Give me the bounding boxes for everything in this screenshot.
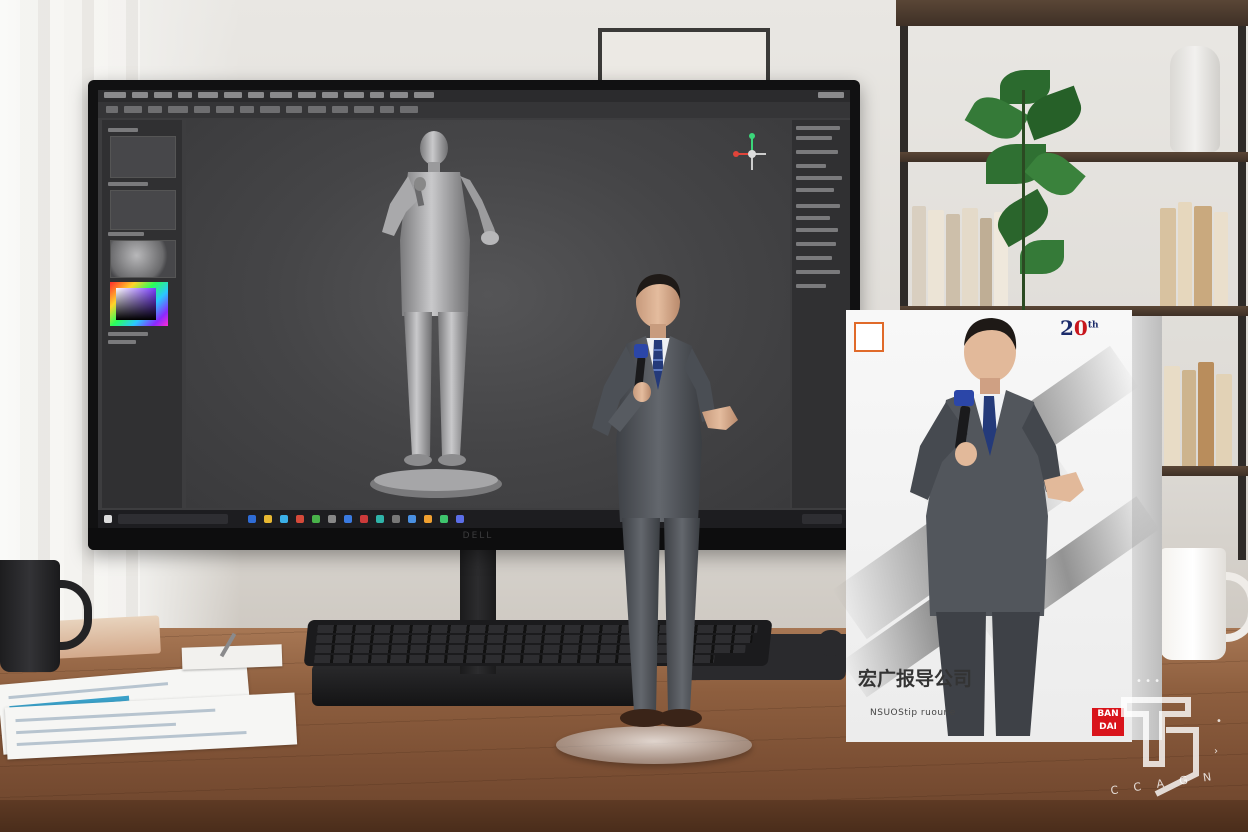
system-tray [802,514,842,524]
taskbar-app-icon[interactable] [264,515,272,523]
svg-text:›: › [1214,746,1218,757]
brush-library-panel[interactable] [102,120,182,508]
brush-thumbnail[interactable] [110,190,176,230]
svg-text:• • •: • • • [1136,676,1160,687]
book-stack [1160,202,1240,306]
app-toolbar [98,102,850,118]
taskbar-app-icon[interactable] [248,515,256,523]
taskbar-app-icon[interactable] [376,515,384,523]
desk-edge [0,800,1248,832]
sticky-note [181,644,283,670]
book-stack [1160,362,1240,466]
white-mug [1160,548,1226,660]
taskbar-app-icon[interactable] [312,515,320,523]
material-sphere[interactable] [110,240,176,278]
box-subtitle: NSUOStip ruoune [870,708,956,718]
monitor-brand-logo: DELL [462,531,494,541]
glass-vase [1170,46,1220,152]
gizmo-axis-icon [733,133,766,170]
suited-figure [592,274,738,727]
taskbar-app-icon[interactable] [440,515,448,523]
shelf-top [896,0,1248,26]
taskbar-app-icon[interactable] [408,515,416,523]
taskbar-app-icon[interactable] [392,515,400,523]
wall-picture-frame [598,28,770,84]
properties-panel[interactable] [792,120,850,508]
potted-plant [960,60,1090,310]
computer-mouse [818,630,844,656]
taskbar-app-icon[interactable] [296,515,304,523]
taskbar-app-icon[interactable] [424,515,432,523]
brush-thumbnail[interactable] [110,136,176,178]
svg-text:•: • [1216,716,1222,727]
box-title: 宏广报导公司 [858,668,973,690]
app-menu-bar [98,90,850,102]
taskbar-app-icon[interactable] [280,515,288,523]
color-picker-icon[interactable] [110,282,168,326]
search-icon[interactable] [118,514,228,524]
box-corner-logo [854,322,884,352]
black-mug [0,560,60,672]
shelf [1160,466,1248,476]
taskbar-app-icon[interactable] [360,515,368,523]
taskbar-app-icon[interactable] [344,515,352,523]
taskbar-app-icon[interactable] [328,515,336,523]
windows-start-icon[interactable] [104,515,112,523]
taskbar-app-icon[interactable] [456,515,464,523]
